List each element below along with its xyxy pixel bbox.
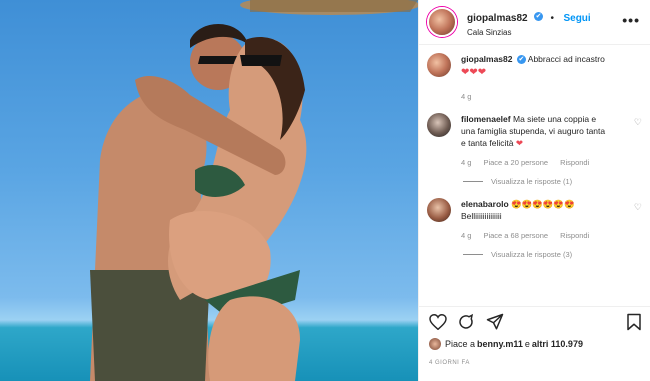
likes-summary: Piace a benny.m11 e altri 110.979 — [429, 338, 583, 350]
post-date[interactable]: 4 GIORNI FA — [429, 360, 470, 366]
separator-dot: • — [550, 12, 555, 24]
verified-icon: ✔ — [516, 55, 526, 65]
action-bar — [419, 306, 650, 339]
more-options-icon[interactable]: ••• — [622, 12, 640, 28]
bookmark-icon[interactable] — [626, 313, 642, 336]
comment-icon[interactable] — [457, 313, 475, 336]
comments-list: giopalmas82 ✔ Abbracci ad incastro ❤❤❤ 4… — [419, 45, 650, 259]
caption-time: 4 g — [461, 91, 611, 103]
liker-avatar — [429, 338, 441, 350]
caption-time-label[interactable]: 4 g — [461, 91, 471, 103]
comment-time[interactable]: 4 g — [461, 230, 471, 242]
view-replies-button[interactable]: Visualizza le risposte (3) — [463, 250, 642, 259]
comment-time[interactable]: 4 g — [461, 157, 471, 169]
share-icon[interactable] — [486, 313, 504, 336]
photo-illustration — [90, 0, 418, 381]
comment-username[interactable]: elenabarolo — [461, 199, 509, 209]
caption-text: Abbracci ad incastro — [527, 54, 605, 64]
view-replies-label[interactable]: Visualizza le risposte (1) — [491, 177, 572, 186]
caption-username[interactable]: giopalmas82 — [461, 54, 513, 64]
reply-button[interactable]: Rispondi — [560, 230, 589, 242]
comment-meta: 4 g Piace a 20 persone Rispondi — [461, 157, 611, 169]
view-replies-button[interactable]: Visualizza le risposte (1) — [463, 177, 642, 186]
avatar[interactable] — [427, 113, 451, 137]
post-header: giopalmas82 ✔ • Segui Cala Sinzias ••• — [419, 0, 650, 45]
caption-hearts: ❤❤❤ — [461, 67, 487, 78]
comment-likes[interactable]: Piace a 20 persone — [483, 157, 548, 169]
replies-line — [463, 254, 483, 255]
heart-icon[interactable] — [429, 313, 447, 335]
like-comment-icon[interactable]: ♡ — [634, 202, 642, 213]
replies-line — [463, 181, 483, 182]
header-username[interactable]: giopalmas82 — [467, 13, 528, 24]
reply-button[interactable]: Rispondi — [560, 157, 589, 169]
instagram-post: giopalmas82 ✔ • Segui Cala Sinzias ••• g… — [0, 0, 650, 381]
caption-body: giopalmas82 ✔ Abbracci ad incastro ❤❤❤ 4… — [461, 53, 611, 103]
comment-username[interactable]: filomenaelef — [461, 114, 511, 124]
likes-prefix: Piace a — [445, 339, 476, 349]
comment-emoji: ❤ — [515, 138, 523, 148]
follow-button[interactable]: Segui — [563, 13, 590, 24]
header-meta: giopalmas82 ✔ • Segui Cala Sinzias — [467, 8, 591, 37]
location-link[interactable]: Cala Sinzias — [467, 28, 591, 37]
likes-user[interactable]: benny.m11 — [477, 339, 523, 349]
post-sidebar: giopalmas82 ✔ • Segui Cala Sinzias ••• g… — [418, 0, 650, 381]
comment-text: 😍😍😍😍😍😍 — [511, 199, 575, 209]
like-comment-icon[interactable]: ♡ — [634, 117, 642, 128]
view-replies-label[interactable]: Visualizza le risposte (3) — [491, 250, 572, 259]
comment-likes[interactable]: Piace a 68 persone — [483, 230, 548, 242]
comment-body: elenabarolo 😍😍😍😍😍😍 Belliiiiiiiiiiiiii 4 … — [461, 198, 611, 242]
verified-icon: ✔ — [534, 11, 544, 21]
avatar[interactable] — [427, 53, 451, 77]
post-photo[interactable] — [0, 0, 418, 381]
likes-others[interactable]: altri 110.979 — [532, 339, 583, 349]
avatar[interactable] — [427, 7, 457, 37]
avatar[interactable] — [427, 198, 451, 222]
caption: giopalmas82 ✔ Abbracci ad incastro ❤❤❤ 4… — [427, 53, 642, 103]
comment-item: filomenaelef Ma siete una coppia e una f… — [427, 113, 642, 169]
comment-meta: 4 g Piace a 68 persone Rispondi — [461, 230, 611, 242]
comment-item: elenabarolo 😍😍😍😍😍😍 Belliiiiiiiiiiiiii 4 … — [427, 198, 642, 242]
comment-body: filomenaelef Ma siete una coppia e una f… — [461, 113, 611, 169]
likes-mid: e — [524, 339, 530, 349]
comment-text-2: Belliiiiiiiiiiiiii — [461, 211, 502, 221]
